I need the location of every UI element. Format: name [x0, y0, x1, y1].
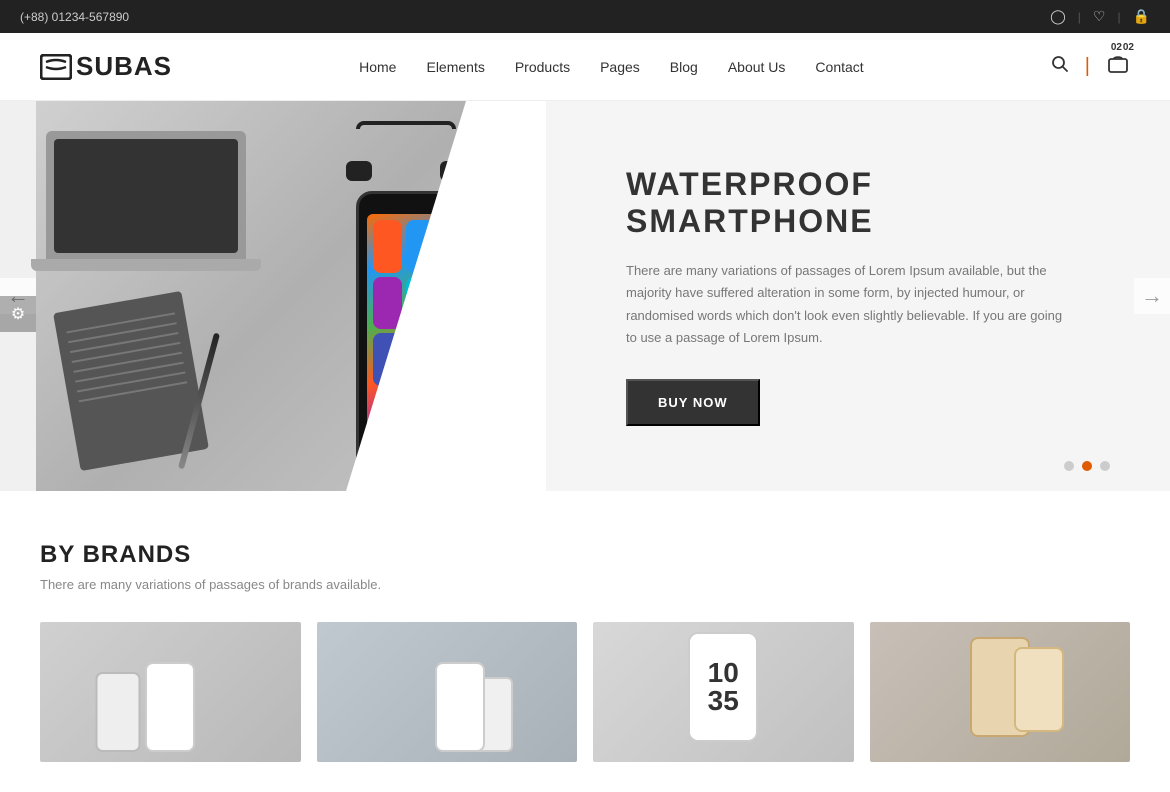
slider-dots	[1064, 461, 1110, 471]
nav-item-about[interactable]: About Us	[728, 59, 786, 75]
brands-title: BY BRANDS	[40, 541, 1130, 569]
laptop-shape	[46, 131, 246, 261]
top-bar-icons: ◯ | ♡ | 🔒	[1050, 8, 1150, 25]
header-divider: |	[1085, 55, 1090, 78]
slider-dot-1[interactable]	[1064, 461, 1074, 471]
lock-icon[interactable]: 🔒	[1133, 8, 1150, 25]
nav-item-contact[interactable]: Contact	[815, 59, 863, 75]
brands-section: BY BRANDS There are many variations of p…	[0, 491, 1170, 792]
cart-count: 02	[1111, 42, 1122, 53]
cart-area[interactable]: 02 02	[1106, 54, 1130, 79]
brand-card-1[interactable]	[40, 622, 301, 762]
top-bar: (+88) 01234-567890 ◯ | ♡ | 🔒	[0, 0, 1170, 33]
phone-mini-4	[435, 662, 485, 752]
hero-image	[36, 101, 546, 491]
hero-title: WATERPROOF SMARTPHONE	[626, 166, 1110, 240]
brands-description: There are many variations of passages of…	[40, 577, 1130, 592]
phone-mini-7	[1014, 647, 1064, 732]
nav-item-blog[interactable]: Blog	[670, 59, 698, 75]
brand-card-2[interactable]	[317, 622, 578, 762]
clock-display: 10 35	[708, 659, 739, 715]
nav-item-home[interactable]: Home	[359, 59, 396, 75]
logo[interactable]: SUBAS	[40, 51, 172, 82]
hero-content: WATERPROOF SMARTPHONE There are many var…	[546, 101, 1170, 491]
slider-dot-2[interactable]	[1082, 461, 1092, 471]
slider-next-button[interactable]: →	[1134, 278, 1170, 314]
logo-text: SUBAS	[76, 51, 172, 82]
user-icon[interactable]: ◯	[1050, 8, 1066, 25]
hero-slider: ⚙ ←	[0, 101, 1170, 491]
search-icon[interactable]	[1051, 55, 1069, 78]
slider-dot-3[interactable]	[1100, 461, 1110, 471]
brand-card-4[interactable]	[870, 622, 1131, 762]
top-bar-phone: (+88) 01234-567890	[20, 10, 129, 24]
settings-button[interactable]: ⚙	[0, 296, 36, 332]
hero-description: There are many variations of passages of…	[626, 260, 1066, 348]
phone-mini-2	[145, 662, 195, 752]
header: SUBAS Home Elements Products Pages Blog …	[0, 33, 1170, 101]
brand-card-3[interactable]: 10 35	[593, 622, 854, 762]
cart-icon	[1106, 54, 1130, 74]
main-nav: Home Elements Products Pages Blog About …	[359, 59, 864, 75]
cart-count-display: 02	[1123, 42, 1134, 53]
brand-cards: 10 35	[40, 622, 1130, 762]
heart-icon[interactable]: ♡	[1093, 8, 1106, 25]
nav-item-elements[interactable]: Elements	[426, 59, 484, 75]
phone-mini-5: 10 35	[688, 632, 758, 742]
nav-item-products[interactable]: Products	[515, 59, 570, 75]
header-right: | 02 02	[1051, 54, 1130, 79]
phone-mini-1	[96, 672, 141, 752]
nav-item-pages[interactable]: Pages	[600, 59, 640, 75]
hero-buy-button[interactable]: BUY NOW	[626, 379, 760, 426]
